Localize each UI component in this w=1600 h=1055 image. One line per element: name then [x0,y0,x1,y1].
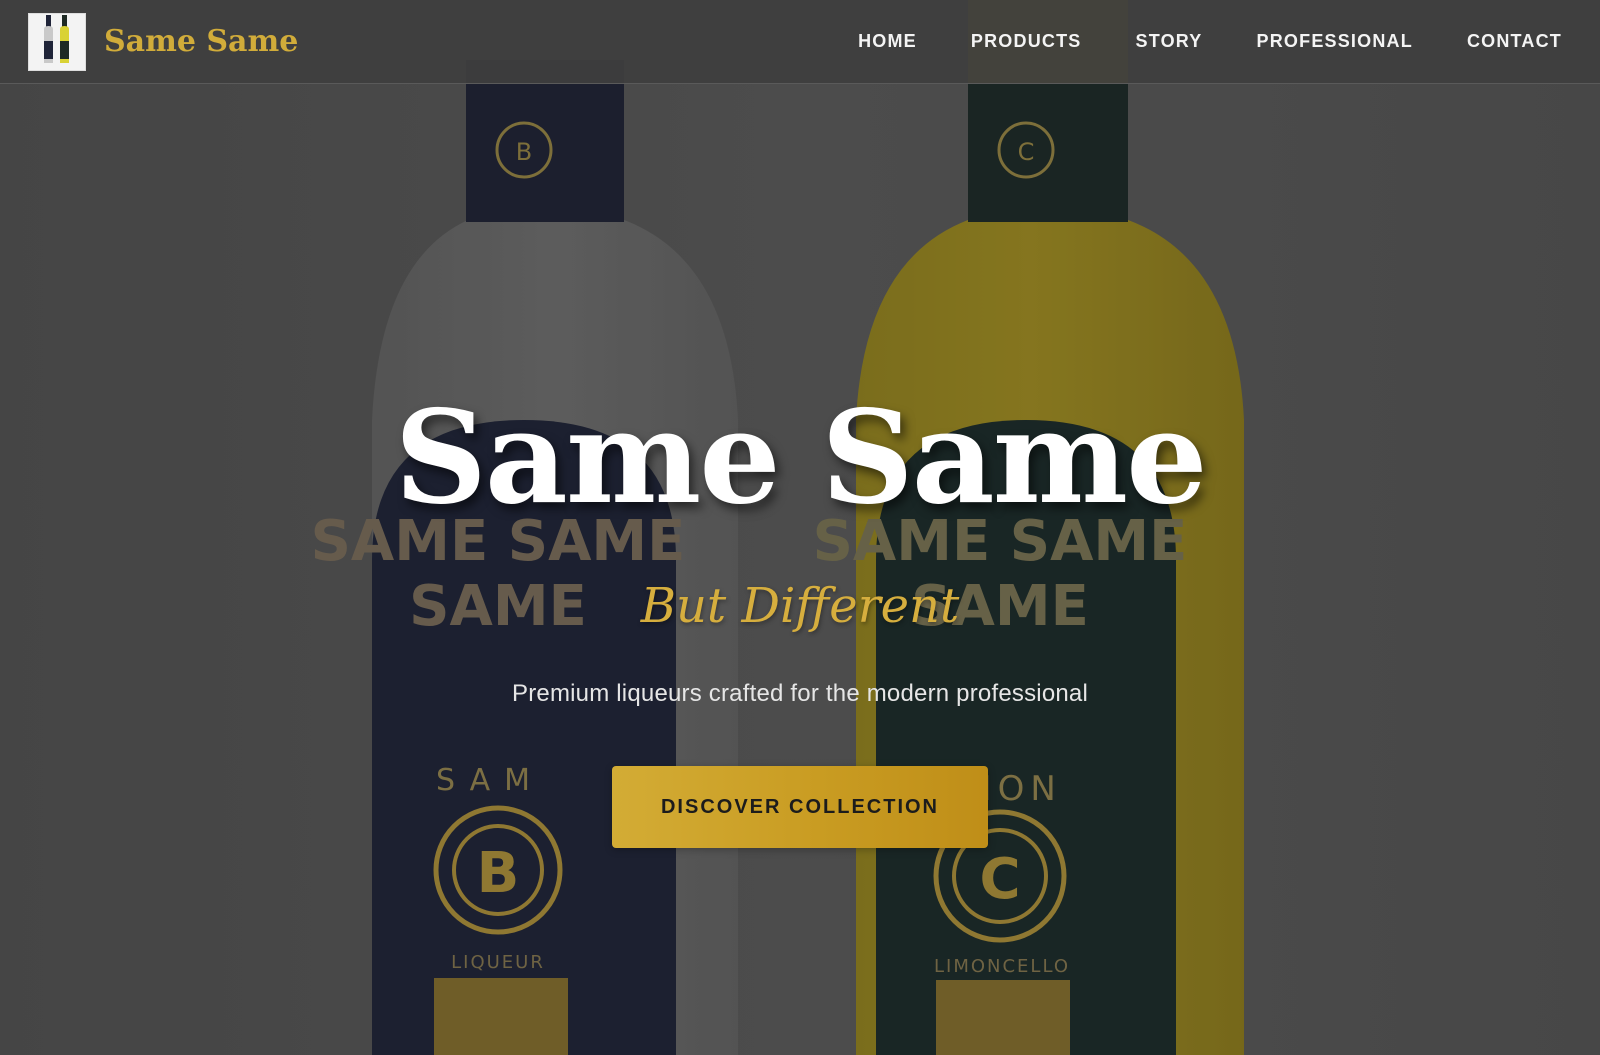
hero-title: Same Same [394,383,1207,533]
left-neck-letter: B [516,138,532,166]
nav-link-home[interactable]: HOME [831,31,944,52]
brand-name: Same Same [104,24,299,59]
nav-links: HOME PRODUCTS STORY PROFESSIONAL CONTACT [831,31,1562,52]
nav-link-contact[interactable]: CONTACT [1440,31,1562,52]
bottles-logo-icon [28,12,86,71]
hero-subtitle: But Different [640,578,960,634]
brand-home-link[interactable]: Same Same [28,12,299,71]
top-navbar: Same Same HOME PRODUCTS STORY PROFESSION… [0,0,1600,84]
nav-link-story[interactable]: STORY [1109,31,1230,52]
left-label-type: LIQUEUR [451,952,545,973]
left-neck-label [466,60,624,222]
right-label-type: LIMONCELLO [934,956,1070,977]
nav-link-products[interactable]: PRODUCTS [944,31,1109,52]
nav-link-professional[interactable]: PROFESSIONAL [1230,31,1440,52]
right-neck-letter: C [1018,138,1035,166]
discover-collection-button[interactable]: DISCOVER COLLECTION [612,766,988,848]
right-badge-letter: C [979,847,1020,912]
hero-section: Same Same But Different Premium liqueurs… [0,380,1600,848]
hero-tagline: Premium liqueurs crafted for the modern … [512,680,1088,707]
left-badge-letter: B [477,841,520,906]
right-neck-label [968,84,1128,222]
